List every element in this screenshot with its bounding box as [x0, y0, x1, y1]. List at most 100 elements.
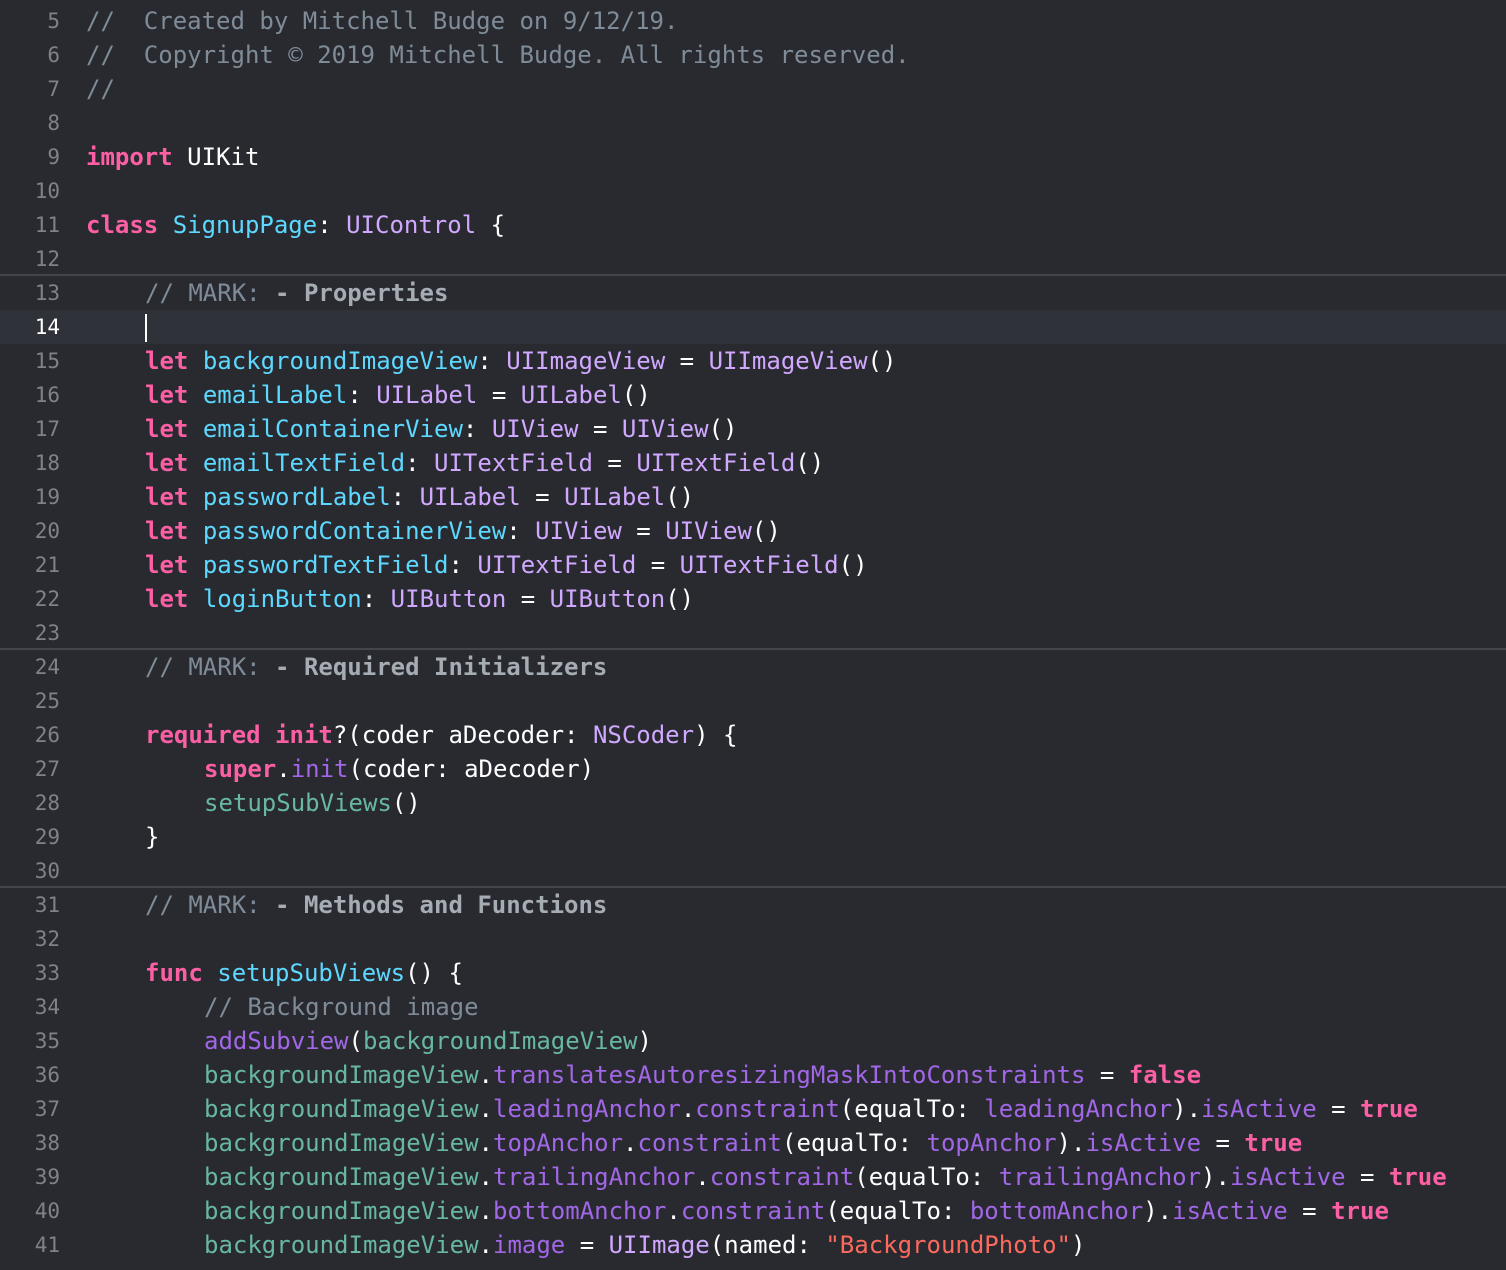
code-token-comment: // MARK:	[145, 891, 276, 919]
code-token-plain: .	[276, 755, 291, 783]
line-number: 27	[34, 757, 60, 781]
code-token-plain: =	[520, 483, 565, 511]
code-line[interactable]: 7 //	[0, 72, 1506, 106]
code-token-plain: :	[506, 517, 536, 545]
code-text: // MARK: - Required Initializers	[145, 650, 607, 684]
line-number: 15	[34, 349, 60, 373]
code-line[interactable]: 31 // MARK: - Methods and Functions	[0, 886, 1506, 922]
code-line[interactable]: 13 // MARK: - Properties	[0, 274, 1506, 310]
code-token-plain: =	[1085, 1061, 1129, 1089]
code-line[interactable]: 33 func setupSubViews() {	[0, 956, 1506, 990]
code-line[interactable]: 16 let emailLabel: UILabel = UILabel()	[0, 378, 1506, 412]
code-token-plain: .	[666, 1197, 681, 1225]
code-line[interactable]: 18 let emailTextField: UITextField = UITe…	[0, 446, 1506, 480]
code-token-plain: .	[478, 1197, 493, 1225]
code-token-plain: ()	[838, 551, 868, 579]
code-token-plain: ()	[665, 585, 695, 613]
code-line[interactable]: 36 backgroundImageView.translatesAutoresi…	[0, 1058, 1506, 1092]
code-line[interactable]: 30	[0, 854, 1506, 888]
code-text: backgroundImageView.bottomAnchor.constra…	[204, 1194, 1389, 1228]
code-line[interactable]: 29}	[0, 820, 1506, 854]
code-line[interactable]: 17 let emailContainerView: UIView = UIVie…	[0, 412, 1506, 446]
code-token-type: UIButton	[390, 585, 507, 613]
code-token-plain: .	[478, 1129, 493, 1157]
code-text: backgroundImageView.trailingAnchor.const…	[204, 1160, 1447, 1194]
code-line[interactable]: 38 backgroundImageView.topAnchor.constrai…	[0, 1126, 1506, 1160]
code-token-comment: // Background image	[204, 993, 479, 1021]
code-token-method: init	[290, 755, 349, 783]
code-token-plain: .	[478, 1061, 493, 1089]
line-number: 35	[34, 1029, 60, 1053]
code-token-plain: () {	[405, 959, 463, 987]
code-token-keyword: false	[1128, 1061, 1202, 1089]
code-token-method: leadingAnchor	[493, 1095, 681, 1123]
code-line[interactable]: 24 // MARK: - Required Initializers	[0, 648, 1506, 684]
code-token-method: translatesAutoresizingMaskIntoConstraint…	[493, 1061, 1086, 1089]
code-token-plain: =	[1287, 1197, 1332, 1225]
line-number: 37	[34, 1097, 60, 1121]
code-token-type: UITextField	[477, 551, 637, 579]
code-line[interactable]: 6 // Copyright © 2019 Mitchell Budge. All…	[0, 38, 1506, 72]
code-token-plain: :	[477, 347, 507, 375]
code-line[interactable]: 34 // Background image	[0, 990, 1506, 1024]
code-editor[interactable]: 5 // Created by Mitchell Budge on 9/12/19…	[0, 4, 1506, 1262]
code-token-method: constraint	[709, 1163, 855, 1191]
code-token-plain: =	[1345, 1163, 1389, 1191]
code-line[interactable]: 11 class SignupPage: UIControl {	[0, 208, 1506, 242]
code-line[interactable]: 14	[0, 310, 1506, 344]
code-line[interactable]: 27 super.init(coder: aDecoder)	[0, 752, 1506, 786]
code-line[interactable]: 8	[0, 106, 1506, 140]
code-token-type: UILabel	[376, 381, 478, 409]
code-line[interactable]: 26 required init?(coder aDecoder: NSCoder…	[0, 718, 1506, 752]
line-number: 34	[34, 995, 60, 1019]
code-line[interactable]: 20 let passwordContainerView: UIView = UI…	[0, 514, 1506, 548]
code-line[interactable]: 10	[0, 174, 1506, 208]
code-line[interactable]: 41 backgroundImageView.image = UIImage(na…	[0, 1228, 1506, 1262]
code-token-plain: {	[476, 211, 506, 239]
code-line[interactable]: 22 let loginButton: UIButton = UIButton()	[0, 582, 1506, 616]
code-text: let passwordContainerView: UIView = UIVi…	[145, 514, 781, 548]
code-line[interactable]: 35 addSubview(backgroundImageView)	[0, 1024, 1506, 1058]
code-text: let passwordLabel: UILabel = UILabel()	[145, 480, 694, 514]
code-token-plain: =	[565, 1231, 609, 1259]
code-text: // Copyright © 2019 Mitchell Budge. All …	[86, 38, 910, 72]
code-token-plain: (equalTo:	[825, 1197, 970, 1225]
code-token-plain: (named:	[709, 1231, 826, 1259]
code-token-decl: emailLabel	[202, 381, 348, 409]
code-line[interactable]: 39 backgroundImageView.trailingAnchor.con…	[0, 1160, 1506, 1194]
code-line[interactable]: 5 // Created by Mitchell Budge on 9/12/19…	[0, 4, 1506, 38]
line-number: 16	[34, 383, 60, 407]
code-line[interactable]: 21 let passwordTextField: UITextField = U…	[0, 548, 1506, 582]
code-token-prop: backgroundImageView	[204, 1231, 479, 1259]
code-line[interactable]: 19 let passwordLabel: UILabel = UILabel()	[0, 480, 1506, 514]
code-line[interactable]: 28 setupSubViews()	[0, 786, 1506, 820]
code-token-decl: passwordContainerView	[202, 517, 507, 545]
code-line[interactable]: 12	[0, 242, 1506, 276]
code-token-keyword: class	[86, 211, 159, 239]
code-token-plain: =	[477, 381, 521, 409]
code-token-method: constraint	[637, 1129, 783, 1157]
code-token-keyword: init	[275, 721, 333, 749]
code-token-method: isActive	[1229, 1163, 1346, 1191]
code-line[interactable]: 32	[0, 922, 1506, 956]
code-token-prop: backgroundImageView	[204, 1095, 479, 1123]
code-text: let loginButton: UIButton = UIButton()	[145, 582, 694, 616]
code-line[interactable]: 9 import UIKit	[0, 140, 1506, 174]
code-line[interactable]: 40 backgroundImageView.bottomAnchor.const…	[0, 1194, 1506, 1228]
code-token-method: trailingAnchor	[493, 1163, 696, 1191]
code-token-keyword: true	[1388, 1163, 1447, 1191]
code-token-plain: ()	[795, 449, 825, 477]
code-token-method: constraint	[680, 1197, 826, 1225]
code-line[interactable]: 15 let backgroundImageView: UIImageView =…	[0, 344, 1506, 378]
code-line[interactable]: 37 backgroundImageView.leadingAnchor.cons…	[0, 1092, 1506, 1126]
code-token-plain: =	[1316, 1095, 1360, 1123]
code-line[interactable]: 23	[0, 616, 1506, 650]
line-number: 14	[34, 315, 60, 339]
code-token-plain: =	[1201, 1129, 1245, 1157]
code-token-plain: (equalTo:	[782, 1129, 927, 1157]
code-token-plain: =	[621, 517, 666, 545]
code-token-type: UITextField	[636, 449, 796, 477]
code-line[interactable]: 25	[0, 684, 1506, 718]
code-token-plain: ()	[867, 347, 897, 375]
